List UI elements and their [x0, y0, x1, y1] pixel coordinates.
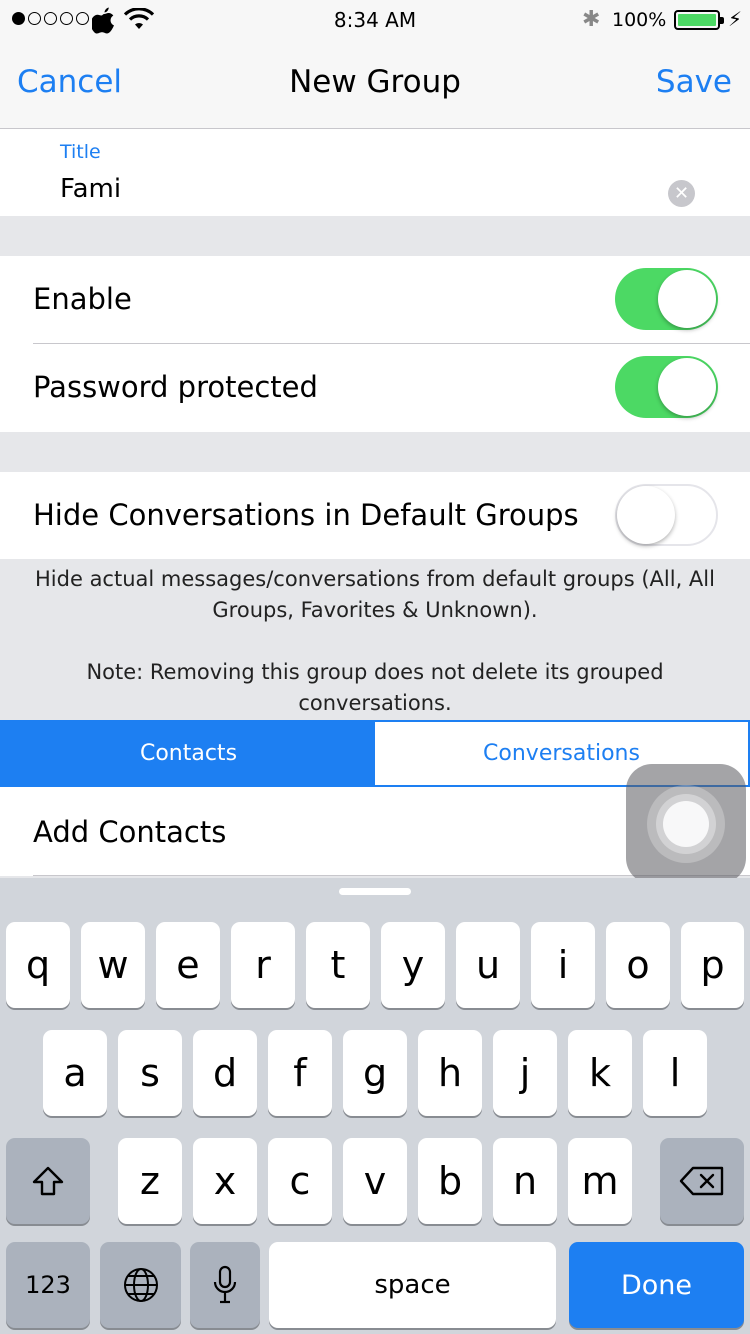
- done-key[interactable]: Done: [569, 1242, 744, 1328]
- dictation-key[interactable]: [190, 1242, 260, 1328]
- backspace-icon: [679, 1166, 724, 1196]
- clear-text-icon[interactable]: ✕: [668, 180, 695, 207]
- keyboard: q w e r t y u i o p a s d f g h j k l z …: [0, 878, 750, 1334]
- charging-icon: ⚡: [728, 7, 743, 31]
- keyboard-handle: [339, 888, 411, 895]
- key-b[interactable]: b: [418, 1138, 482, 1224]
- password-protected-toggle[interactable]: [615, 356, 718, 418]
- bluetooth-icon: ✱: [582, 7, 601, 32]
- key-y[interactable]: y: [381, 922, 445, 1008]
- password-protected-label: Password protected: [33, 370, 318, 404]
- toggle-knob: [658, 270, 716, 328]
- title-input[interactable]: Fami: [60, 174, 121, 204]
- key-l[interactable]: l: [643, 1030, 707, 1116]
- enable-label: Enable: [33, 282, 132, 316]
- navigation-bar: Cancel New Group Save: [0, 40, 750, 129]
- toggle-knob: [658, 358, 716, 416]
- key-s[interactable]: s: [118, 1030, 182, 1116]
- key-q[interactable]: q: [6, 922, 70, 1008]
- assistive-touch-button[interactable]: [626, 764, 746, 884]
- key-j[interactable]: j: [493, 1030, 557, 1116]
- segment-contacts[interactable]: Contacts: [2, 722, 375, 785]
- save-button[interactable]: Save: [656, 64, 732, 100]
- hide-conversations-row: Hide Conversations in Default Groups: [0, 472, 750, 559]
- hide-conversations-label: Hide Conversations in Default Groups: [33, 498, 579, 532]
- section-gap: [0, 432, 750, 472]
- key-o[interactable]: o: [606, 922, 670, 1008]
- key-e[interactable]: e: [156, 922, 220, 1008]
- title-field-label: Title: [60, 141, 101, 163]
- key-g[interactable]: g: [343, 1030, 407, 1116]
- key-p[interactable]: p: [681, 922, 744, 1008]
- battery-icon: [674, 10, 724, 30]
- hide-conversations-toggle[interactable]: [615, 484, 718, 546]
- key-n[interactable]: n: [493, 1138, 557, 1224]
- toggle-knob: [617, 486, 675, 544]
- add-contacts-label: Add Contacts: [33, 815, 227, 849]
- section-gap: [0, 216, 750, 256]
- enable-toggle[interactable]: [615, 268, 718, 330]
- enable-row: Enable: [0, 256, 750, 344]
- key-w[interactable]: w: [81, 922, 145, 1008]
- numbers-key[interactable]: 123: [6, 1242, 90, 1328]
- key-t[interactable]: t: [306, 922, 370, 1008]
- battery-fill: [678, 14, 716, 26]
- key-f[interactable]: f: [268, 1030, 332, 1116]
- key-u[interactable]: u: [456, 922, 520, 1008]
- battery-nub: [720, 17, 724, 24]
- key-d[interactable]: d: [193, 1030, 257, 1116]
- page-title: New Group: [289, 64, 461, 100]
- microphone-icon: [213, 1265, 237, 1304]
- key-i[interactable]: i: [531, 922, 595, 1008]
- key-h[interactable]: h: [418, 1030, 482, 1116]
- key-a[interactable]: a: [43, 1030, 107, 1116]
- assistive-ring: [663, 801, 709, 847]
- delete-key[interactable]: [660, 1138, 744, 1224]
- key-z[interactable]: z: [118, 1138, 182, 1224]
- key-v[interactable]: v: [343, 1138, 407, 1224]
- key-r[interactable]: r: [231, 922, 295, 1008]
- footnote-description: Hide actual messages/conversations from …: [35, 567, 715, 622]
- shift-key[interactable]: [6, 1138, 90, 1224]
- globe-icon: [123, 1268, 158, 1302]
- battery-percent: 100%: [612, 9, 667, 31]
- key-k[interactable]: k: [568, 1030, 632, 1116]
- shift-icon: [32, 1166, 64, 1196]
- space-key[interactable]: space: [269, 1242, 556, 1328]
- key-c[interactable]: c: [268, 1138, 332, 1224]
- key-m[interactable]: m: [568, 1138, 632, 1224]
- key-x[interactable]: x: [193, 1138, 257, 1224]
- footnote-note: Note: Removing this group does not delet…: [86, 660, 664, 715]
- title-field[interactable]: Title Fami ✕: [0, 129, 750, 216]
- status-bar: 8:34 AM ✱ 100% ⚡: [0, 0, 750, 40]
- section-footnote: Hide actual messages/conversations from …: [0, 559, 750, 719]
- password-protected-row: Password protected: [0, 344, 750, 432]
- globe-key[interactable]: [100, 1242, 181, 1328]
